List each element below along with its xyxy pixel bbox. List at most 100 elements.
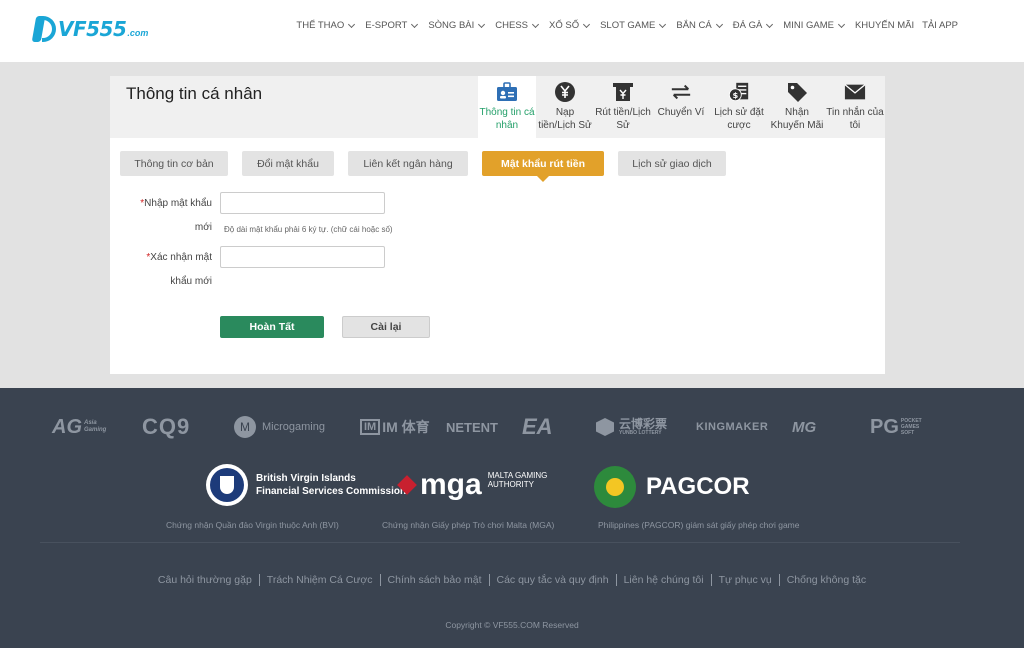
tab-messages[interactable]: Tin nhắn của tôi: [826, 76, 884, 138]
tab-label: Rút tiền/Lịch Sử: [595, 107, 651, 131]
subtab-withdraw-password[interactable]: Mật khẩu rút tiền: [482, 151, 604, 182]
transfer-arrows-icon: [670, 82, 692, 102]
partner-ag-logo: AG Asia Gaming: [52, 412, 112, 442]
yen-coin-icon: [554, 82, 576, 102]
footer-link-faq[interactable]: Câu hỏi thường gặp: [151, 574, 260, 586]
chevron-down-icon: [715, 20, 723, 28]
footer-link-self-service[interactable]: Tự phục vụ: [712, 574, 780, 586]
bvi-seal-icon: [206, 464, 248, 506]
mga-logo: mga MALTA GAMING AUTHORITY: [397, 470, 547, 500]
microgaming-icon: M: [234, 416, 256, 438]
settings-subtabs: Thông tin cơ bản Đổi mật khẩu Liên kết n…: [120, 151, 740, 182]
tab-label: Thông tin cá nhân: [479, 107, 535, 131]
page-title: Thông tin cá nhân: [126, 84, 263, 103]
logo-domain: .com: [127, 28, 149, 38]
chevron-down-icon: [837, 20, 846, 28]
nav-item-1[interactable]: E-SPORT: [361, 20, 424, 31]
partner-netent-logo: NETENT: [446, 419, 498, 435]
partner-mg-logo: MG: [792, 418, 817, 436]
footer-links: Câu hỏi thường gặp Trách Nhiệm Cá Cược C…: [0, 574, 1024, 586]
footer-link-responsible-gaming[interactable]: Trách Nhiệm Cá Cược: [260, 574, 381, 586]
bet-history-icon: $: [728, 82, 750, 102]
bvi-caption: Chứng nhận Quần đảo Virgin thuộc Anh (BV…: [166, 520, 339, 530]
password-hint: Độ dài mật khẩu phải 6 ký tự. (chữ cái h…: [224, 225, 393, 234]
footer-link-rules[interactable]: Các quy tắc và quy định: [490, 574, 617, 586]
tag-icon: [786, 82, 808, 102]
logo-mark-icon: [31, 14, 58, 44]
chevron-down-icon: [411, 20, 419, 28]
partner-kingmaker-logo: KINGMAKER: [696, 421, 769, 433]
chevron-down-icon: [659, 20, 667, 28]
footer-link-privacy[interactable]: Chính sách bảo mật: [381, 574, 490, 586]
subtab-bank-link[interactable]: Liên kết ngân hàng: [348, 151, 468, 176]
cube-icon: [596, 418, 614, 436]
card-header: Thông tin cá nhân Thông tin cá nhân Nạp …: [110, 76, 885, 138]
confirm-password-input[interactable]: [220, 246, 385, 268]
site-footer: AG Asia Gaming CQ9 M Microgaming IM IM 体育 N…: [0, 388, 1024, 648]
copyright-text: Copyright © VF555.COM Reserved: [445, 620, 579, 630]
nav-item-10[interactable]: TẢI APP: [918, 20, 962, 31]
main-nav: THỂ THAO E-SPORT SÒNG BÀI CHESS XỔ SỐ SLOT GA…: [292, 20, 962, 31]
top-header: VF555 .com THỂ THAO E-SPORT SÒNG BÀI CHESS X…: [0, 0, 1024, 62]
new-password-input[interactable]: [220, 192, 385, 214]
pagcor-logo: PAGCOR: [594, 466, 750, 508]
chevron-down-icon: [766, 20, 774, 28]
tab-label: Chuyển Ví: [657, 107, 705, 118]
withdraw-icon: [612, 82, 634, 102]
partner-ea-logo: EA: [522, 414, 553, 439]
vf555-logo[interactable]: VF555 .com: [31, 13, 149, 45]
nav-item-5[interactable]: SLOT GAME: [596, 20, 672, 31]
tab-deposit-history[interactable]: Nạp tiền/Lịch Sử: [536, 76, 594, 138]
new-password-label: *Nhập mật khẩu: [140, 198, 212, 209]
footer-link-contact[interactable]: Liên hệ chúng tôi: [617, 574, 712, 586]
mga-flag-icon: [397, 475, 417, 495]
confirm-password-label-line2: khẩu mới: [170, 276, 212, 287]
partner-yunbo-logo: 云博彩票 YUNBO LOTTERY: [596, 412, 667, 442]
nav-item-9[interactable]: KHUYẾN MÃI: [851, 20, 918, 31]
ag-subtext: Asia Gaming: [84, 420, 107, 433]
partner-logos: AG Asia Gaming CQ9 M Microgaming IM IM 体育 N…: [52, 412, 942, 442]
nav-item-4[interactable]: XỔ SỐ: [545, 20, 596, 31]
tab-personal-info[interactable]: Thông tin cá nhân: [478, 76, 536, 138]
id-card-icon: [496, 82, 518, 102]
nav-item-6[interactable]: BẮN CÁ: [672, 20, 728, 31]
partner-microgaming-logo: M Microgaming: [234, 412, 325, 442]
subtab-transaction-history[interactable]: Lịch sử giao dịch: [618, 151, 726, 176]
nav-item-0[interactable]: THỂ THAO: [292, 20, 361, 31]
nav-item-8[interactable]: MINI GAME: [779, 20, 851, 31]
tab-promotions[interactable]: Nhận Khuyến Mãi: [768, 76, 826, 138]
svg-text:$: $: [732, 90, 738, 100]
mga-caption: Chứng nhận Giấy phép Trò chơi Malta (MGA…: [382, 520, 555, 530]
tab-label: Tin nhắn của tôi: [826, 107, 884, 131]
partner-im-sports-logo: IM IM 体育: [360, 412, 430, 442]
footer-divider: [40, 542, 960, 543]
nav-item-3[interactable]: CHESS: [491, 20, 545, 31]
confirm-password-label: *Xác nhận mật: [146, 252, 212, 263]
personal-info-card: Thông tin cá nhân Thông tin cá nhân Nạp …: [110, 76, 885, 374]
subtab-basic-info[interactable]: Thông tin cơ bản: [120, 151, 228, 176]
tab-label: Nhận Khuyến Mãi: [770, 107, 824, 131]
footer-link-anti-hijack[interactable]: Chống không tặc: [780, 574, 873, 586]
tab-bet-history[interactable]: $ Lịch sử đặt cược: [710, 76, 768, 138]
account-tabs: Thông tin cá nhân Nạp tiền/Lịch Sử Rút t…: [478, 76, 884, 138]
pagcor-emblem-icon: [594, 466, 636, 508]
nav-item-7[interactable]: ĐÁ GÀ: [729, 20, 780, 31]
chevron-down-icon: [583, 20, 591, 28]
tab-label: Lịch sử đặt cược: [714, 107, 764, 131]
chevron-down-icon: [531, 20, 540, 28]
pagcor-caption: Philippines (PAGCOR) giám sát giấy phép …: [598, 520, 800, 530]
subtab-change-password[interactable]: Đổi mật khẩu: [242, 151, 334, 176]
tab-withdraw-history[interactable]: Rút tiền/Lịch Sử: [594, 76, 652, 138]
tab-wallet-transfer[interactable]: Chuyển Ví: [652, 76, 710, 138]
nav-item-2[interactable]: SÒNG BÀI: [424, 20, 491, 31]
mail-icon: [844, 82, 866, 102]
bvi-fsc-logo: British Virgin Islands Financial Services…: [206, 464, 406, 506]
submit-button[interactable]: Hoàn Tất: [220, 316, 324, 338]
tab-label: Nạp tiền/Lịch Sử: [538, 107, 592, 131]
partner-cq9-logo: CQ9: [142, 414, 191, 439]
partner-pg-logo: PG POCKET GAMES SOFT: [870, 415, 922, 438]
logo-text: VF555: [58, 17, 127, 41]
chevron-down-icon: [478, 20, 486, 28]
new-password-label-line2: mới: [194, 222, 212, 233]
reset-button[interactable]: Cài lại: [342, 316, 430, 338]
